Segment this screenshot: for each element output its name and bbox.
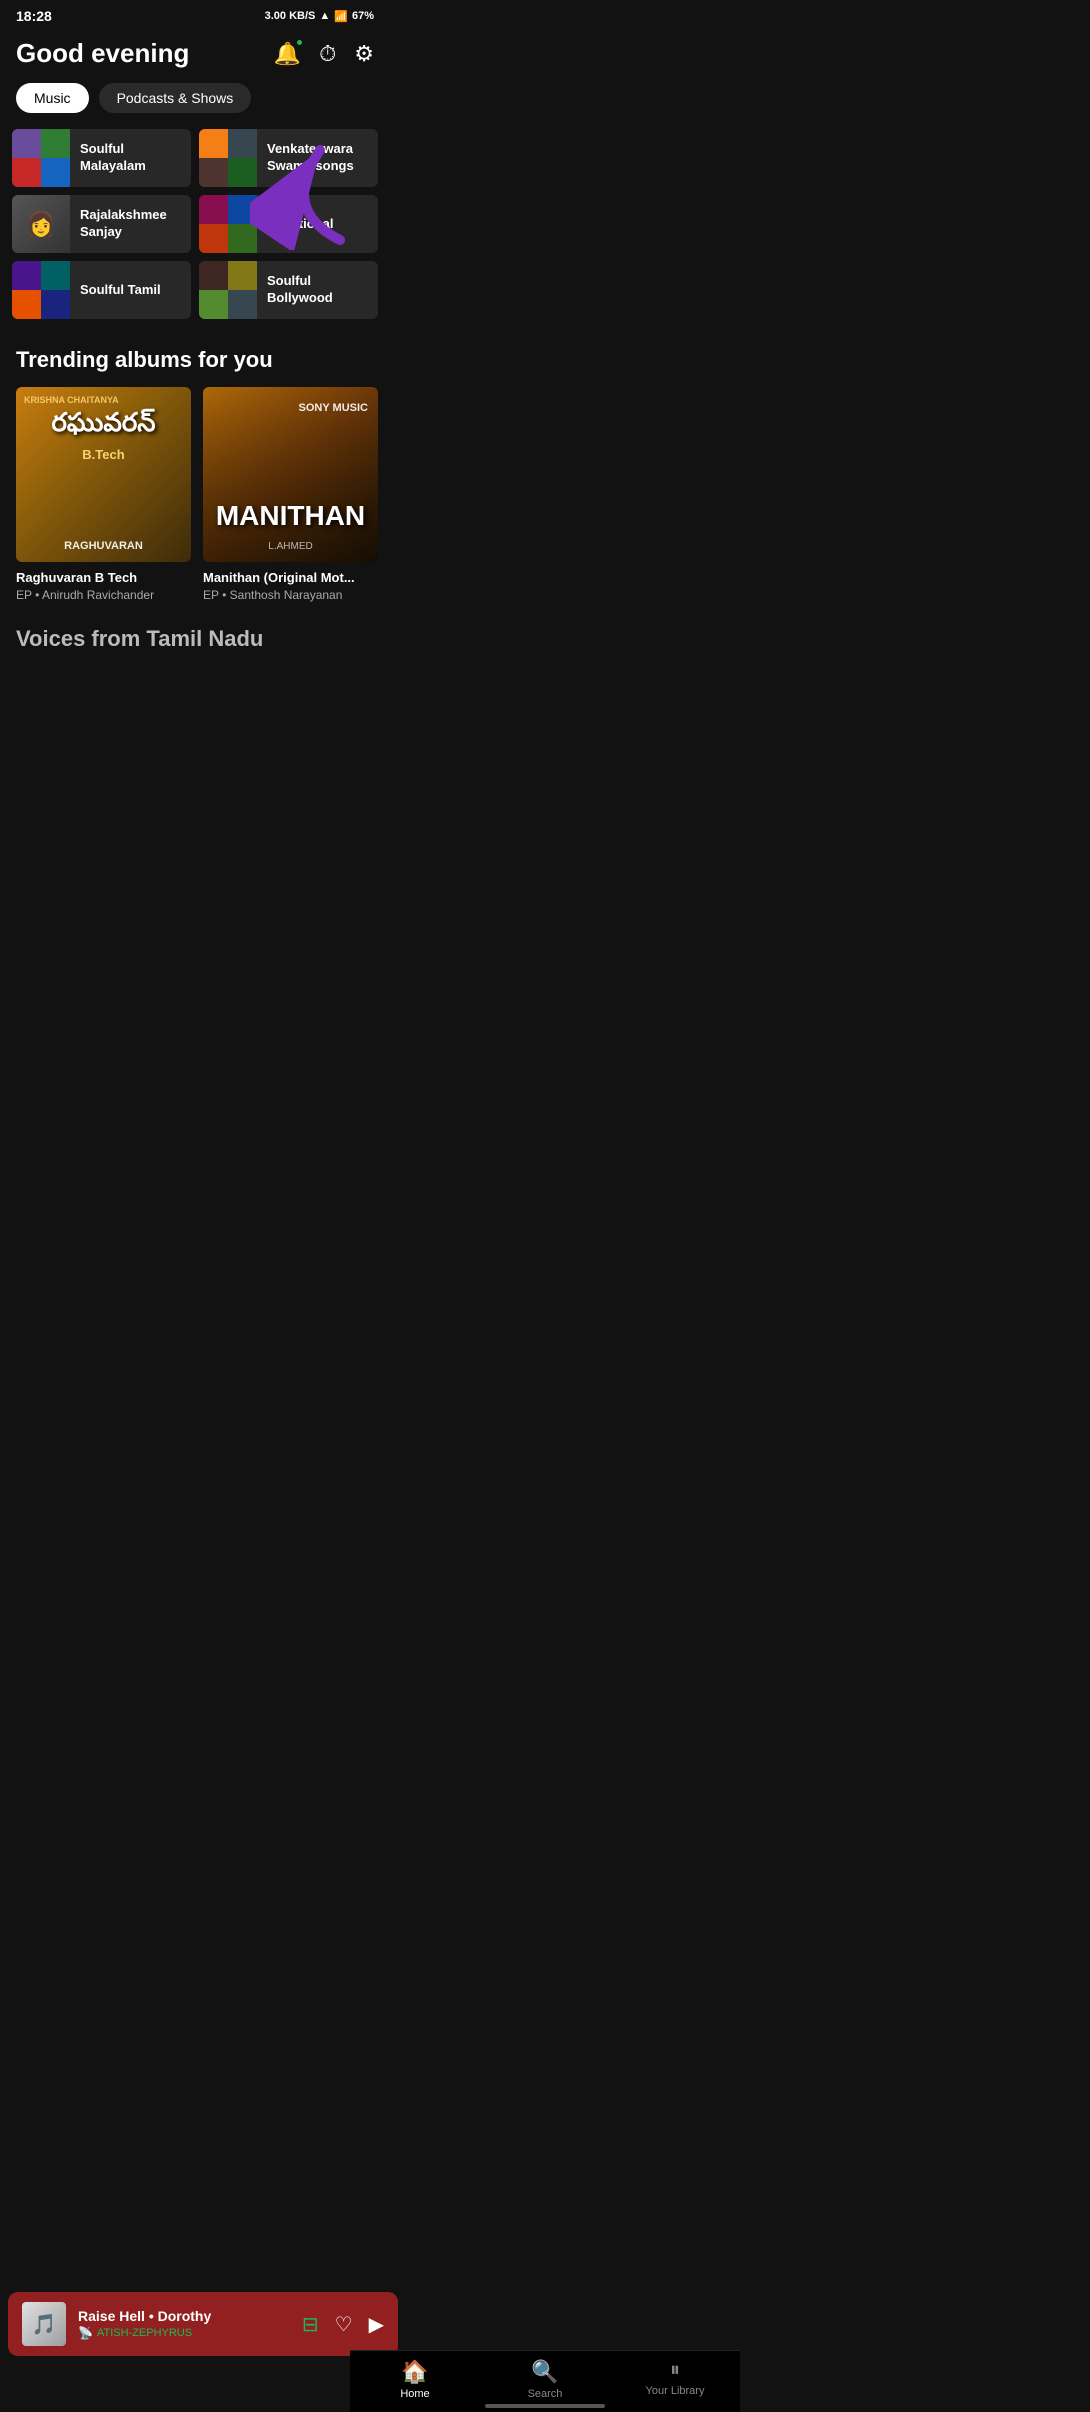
thumb-cell	[41, 290, 70, 319]
thumb-cell	[199, 261, 228, 290]
thumb-cell	[41, 129, 70, 158]
bottom-nav: 🏠 Home 🔍 Search ⏸ Your Library	[350, 2350, 740, 2412]
thumb-cell	[12, 158, 41, 187]
thumb-cell	[199, 224, 228, 253]
quick-pick-thumb	[199, 129, 257, 187]
thumb-cell	[41, 158, 70, 187]
notifications-button[interactable]: 🔔	[274, 41, 301, 67]
thumb-cell	[199, 290, 228, 319]
album-name: Raghuvaran B Tech	[16, 570, 191, 585]
status-indicators: 3.00 KB/S ▲ 📶 67%	[265, 10, 374, 23]
home-indicator	[485, 2404, 605, 2408]
quick-picks-grid: Soulful Malayalam Venkateswara Swamy son…	[0, 129, 390, 339]
history-icon: ⏱	[319, 41, 336, 66]
cast-icon: 📡	[78, 2326, 93, 2340]
search-icon: 🔍	[531, 2359, 558, 2385]
albums-scroll: KRISHNA CHAITANYA రఘువరన్ B.Tech RAGHUVA…	[0, 387, 390, 618]
music-tab[interactable]: Music	[16, 83, 89, 113]
quick-pick-thumb	[199, 195, 257, 253]
now-playing-artist: 📡 ATISH-ZEPHYRUS	[78, 2326, 290, 2340]
quick-pick-venkateswara[interactable]: Venkateswara Swamy songs	[199, 129, 378, 187]
nav-library[interactable]: ⏸ Your Library	[610, 2359, 740, 2400]
podcasts-tab[interactable]: Podcasts & Shows	[99, 83, 252, 113]
quick-pick-rajalakshmee[interactable]: 👩 Rajalakshmee Sanjay	[12, 195, 191, 253]
album-meta: EP • Anirudh Ravichander	[16, 588, 191, 602]
nav-search-label: Search	[528, 2388, 563, 2400]
quick-pick-devotional[interactable]: Devotional	[199, 195, 378, 253]
settings-button[interactable]: ⚙	[354, 41, 374, 67]
album-meta: EP • Santhosh Narayanan	[203, 588, 378, 602]
quick-pick-label: Rajalakshmee Sanjay	[70, 207, 191, 241]
music-icon: 🎵	[32, 2312, 57, 2337]
quick-pick-soulful-tamil[interactable]: Soulful Tamil	[12, 261, 191, 319]
history-button[interactable]: ⏱	[319, 41, 336, 67]
thumb-cell	[199, 158, 228, 187]
now-playing-controls: ⊟ ♡ ▶	[302, 2312, 384, 2337]
thumb-cell	[199, 129, 228, 158]
device-icon[interactable]: ⊟	[302, 2312, 319, 2337]
quick-pick-soulful-bollywood[interactable]: Soulful Bollywood	[199, 261, 378, 319]
quick-pick-label: Soulful Malayalam	[70, 141, 191, 175]
thumb-cell	[41, 261, 70, 290]
thumb-cell	[12, 129, 41, 158]
nav-home-label: Home	[400, 2388, 429, 2400]
time: 18:28	[16, 8, 52, 24]
battery: 67%	[352, 10, 374, 22]
now-playing-title: Raise Hell • Dorothy	[78, 2308, 290, 2324]
quick-pick-thumb: 👩	[12, 195, 70, 253]
thumb-cell	[228, 261, 257, 290]
settings-icon: ⚙	[354, 41, 374, 66]
thumb-cell	[12, 261, 41, 290]
trending-section-title: Trending albums for you	[0, 339, 390, 387]
thumb-cell	[199, 195, 228, 224]
quick-pick-label: Soulful Bollywood	[257, 273, 378, 307]
greeting: Good evening	[16, 38, 189, 69]
album-card-manithan[interactable]: MANITHAN L.AHMED SONY MUSIC Manithan (Or…	[203, 387, 378, 602]
quick-pick-thumb	[12, 129, 70, 187]
quick-pick-thumb	[12, 261, 70, 319]
now-playing-thumb: 🎵	[22, 2302, 66, 2346]
thumb-cell	[228, 224, 257, 253]
volte-icon: 📶	[334, 10, 348, 23]
thumb-cell	[228, 158, 257, 187]
now-playing-bar[interactable]: 🎵 Raise Hell • Dorothy 📡 ATISH-ZEPHYRUS …	[8, 2292, 398, 2356]
thumb-cell	[228, 129, 257, 158]
quick-pick-label: Soulful Tamil	[70, 282, 171, 299]
quick-pick-soulful-malayalam[interactable]: Soulful Malayalam	[12, 129, 191, 187]
library-icon: ⏸	[670, 2359, 680, 2382]
notification-dot	[296, 39, 303, 46]
play-icon[interactable]: ▶	[369, 2312, 384, 2337]
tabs: Music Podcasts & Shows	[0, 83, 390, 129]
heart-icon[interactable]: ♡	[335, 2312, 353, 2337]
thumb-cell	[228, 290, 257, 319]
now-playing-info: Raise Hell • Dorothy 📡 ATISH-ZEPHYRUS	[78, 2308, 290, 2340]
thumb-cell	[12, 290, 41, 319]
album-art-manithan: MANITHAN L.AHMED SONY MUSIC	[203, 387, 378, 562]
nav-library-label: Your Library	[646, 2385, 705, 2397]
album-art-raghuvaran: KRISHNA CHAITANYA రఘువరన్ B.Tech RAGHUVA…	[16, 387, 191, 562]
status-bar: 18:28 3.00 KB/S ▲ 📶 67%	[0, 0, 390, 28]
header: Good evening 🔔 ⏱ ⚙	[0, 28, 390, 83]
quick-pick-label: Devotional	[257, 216, 343, 233]
home-icon: 🏠	[401, 2359, 428, 2385]
quick-pick-thumb	[199, 261, 257, 319]
thumb-cell	[228, 195, 257, 224]
album-card-raghuvaran[interactable]: KRISHNA CHAITANYA రఘువరన్ B.Tech RAGHUVA…	[16, 387, 191, 602]
quick-pick-label: Venkateswara Swamy songs	[257, 141, 378, 175]
wifi-icon: ▲	[319, 10, 330, 22]
header-icons: 🔔 ⏱ ⚙	[274, 41, 374, 67]
nav-home[interactable]: 🏠 Home	[350, 2359, 480, 2400]
network-speed: 3.00 KB/S	[265, 10, 316, 22]
nav-search[interactable]: 🔍 Search	[480, 2359, 610, 2400]
voices-section-title: Voices from Tamil Nadu	[0, 618, 390, 656]
album-name: Manithan (Original Mot...	[203, 570, 378, 585]
